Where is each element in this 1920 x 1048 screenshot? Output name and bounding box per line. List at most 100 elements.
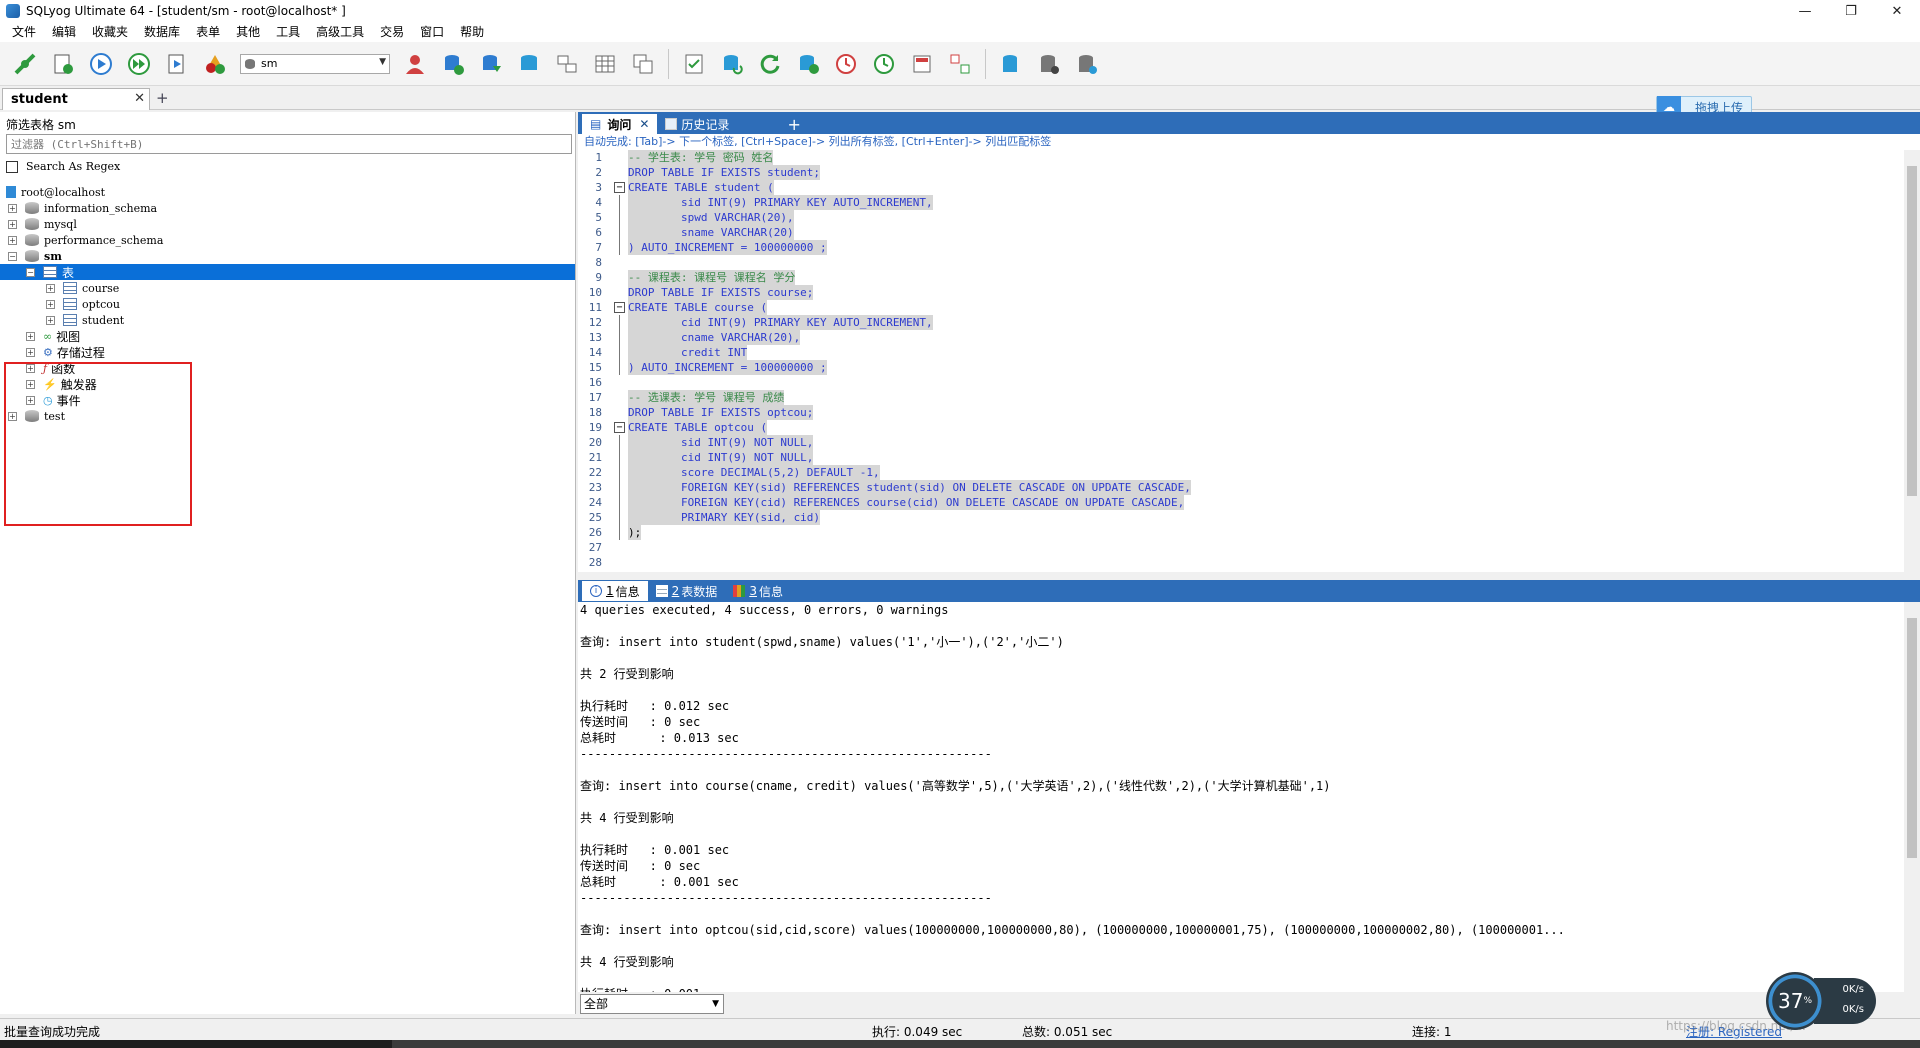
tree-folder-tables[interactable]: − 表: [0, 264, 575, 280]
close-button[interactable]: ✕: [1874, 0, 1920, 22]
add-connection-tab-button[interactable]: +: [156, 89, 169, 107]
scrollbar-thumb[interactable]: [1907, 618, 1917, 858]
code-line[interactable]: 20 sid INT(9) NOT NULL,: [578, 435, 1904, 450]
code-line[interactable]: 7) AUTO_INCREMENT = 100000000 ;: [578, 240, 1904, 255]
connection-tab[interactable]: student ✕: [2, 88, 150, 110]
menu-table[interactable]: 表单: [188, 22, 228, 42]
server-tools-icon[interactable]: [1073, 50, 1101, 78]
scheduler-icon[interactable]: [832, 50, 860, 78]
code-line[interactable]: 28: [578, 555, 1904, 570]
maximize-button[interactable]: ❐: [1828, 0, 1874, 22]
code-line[interactable]: 18 DROP TABLE IF EXISTS optcou;: [578, 405, 1904, 420]
expand-icon[interactable]: +: [26, 347, 35, 357]
code-line[interactable]: 9 -- 课程表: 课程号 课程名 学分: [578, 270, 1904, 285]
code-line[interactable]: 12 cid INT(9) PRIMARY KEY AUTO_INCREMENT…: [578, 315, 1904, 330]
menu-help[interactable]: 帮助: [452, 22, 492, 42]
code-line[interactable]: 6 sname VARCHAR(20): [578, 225, 1904, 240]
code-line[interactable]: 16: [578, 375, 1904, 390]
shapes-icon[interactable]: [201, 50, 229, 78]
sql-editor[interactable]: 1 -- 学生表: 学号 密码 姓名 2 DROP TABLE IF EXISTS s…: [578, 150, 1904, 572]
code-line[interactable]: 23 FOREIGN KEY(sid) REFERENCES student(s…: [578, 480, 1904, 495]
fold-toggle-icon[interactable]: −: [614, 422, 625, 433]
regex-checkbox[interactable]: [6, 160, 18, 173]
code-line[interactable]: 14 credit INT: [578, 345, 1904, 360]
minimize-button[interactable]: —: [1782, 0, 1828, 22]
checklist-icon[interactable]: [680, 50, 708, 78]
tree-table-student[interactable]: + student: [46, 312, 124, 328]
collapse-icon[interactable]: −: [8, 251, 17, 261]
tree-folder-views[interactable]: + ∞ 视图: [26, 328, 80, 344]
collapse-icon[interactable]: −: [26, 267, 35, 277]
result-filter-select[interactable]: 全部 ▼: [580, 994, 724, 1014]
tab-result-info-3[interactable]: 3 信息: [725, 581, 791, 601]
expand-icon[interactable]: +: [46, 315, 55, 325]
tab-result-data[interactable]: 2 表数据: [648, 581, 726, 601]
database-select[interactable]: sm ▼: [240, 53, 390, 74]
code-line[interactable]: 3 − CREATE TABLE student (: [578, 180, 1904, 195]
code-line[interactable]: 5 spwd VARCHAR(20),: [578, 210, 1904, 225]
code-line[interactable]: 26);: [578, 525, 1904, 540]
code-line[interactable]: 13 cname VARCHAR(20),: [578, 330, 1904, 345]
scrollbar-thumb[interactable]: [1907, 166, 1917, 496]
compare-icon[interactable]: [946, 50, 974, 78]
sync-database-icon[interactable]: [515, 50, 543, 78]
code-line[interactable]: 22 score DECIMAL(5,2) DEFAULT -1,: [578, 465, 1904, 480]
expand-icon[interactable]: +: [8, 219, 17, 229]
query-builder-icon[interactable]: [629, 50, 657, 78]
new-connection-icon[interactable]: [11, 50, 39, 78]
server-export-icon[interactable]: [997, 50, 1025, 78]
menu-other[interactable]: 其他: [228, 22, 268, 42]
new-query-icon[interactable]: [49, 50, 77, 78]
menu-database[interactable]: 数据库: [136, 22, 188, 42]
tree-root[interactable]: root@localhost: [6, 184, 105, 200]
menu-advanced-tools[interactable]: 高级工具: [308, 22, 372, 42]
add-tab-button[interactable]: +: [737, 114, 808, 134]
tree-folder-procedures[interactable]: + ⚙ 存储过程: [26, 344, 105, 360]
refresh-icon[interactable]: [756, 50, 784, 78]
tree-table-course[interactable]: + course: [46, 280, 119, 296]
fold-toggle-icon[interactable]: −: [614, 302, 625, 313]
execute-edit-icon[interactable]: [163, 50, 191, 78]
table-data-icon[interactable]: [591, 50, 619, 78]
fold-toggle-icon[interactable]: −: [614, 182, 625, 193]
expand-icon[interactable]: +: [46, 283, 55, 293]
restore-icon[interactable]: [794, 50, 822, 78]
code-line[interactable]: 10 DROP TABLE IF EXISTS course;: [578, 285, 1904, 300]
tree-db-mysql[interactable]: + mysql: [8, 216, 77, 232]
execute-query-icon[interactable]: [87, 50, 115, 78]
code-line[interactable]: 2 DROP TABLE IF EXISTS student;: [578, 165, 1904, 180]
tab-result-info[interactable]: i 1 信息: [582, 581, 648, 601]
notification-icon[interactable]: [908, 50, 936, 78]
code-line[interactable]: 8: [578, 255, 1904, 270]
editor-scrollbar[interactable]: [1904, 150, 1920, 572]
code-line[interactable]: 4 sid INT(9) PRIMARY KEY AUTO_INCREMENT,: [578, 195, 1904, 210]
tree-db-performance-schema[interactable]: + performance_schema: [8, 232, 163, 248]
expand-icon[interactable]: +: [46, 299, 55, 309]
tab-query[interactable]: ▤ 询问 ✕: [582, 114, 658, 134]
menu-edit[interactable]: 编辑: [44, 22, 84, 42]
menu-transaction[interactable]: 交易: [372, 22, 412, 42]
tree-table-optcou[interactable]: + optcou: [46, 296, 120, 312]
code-line[interactable]: 1 -- 学生表: 学号 密码 姓名: [578, 150, 1904, 165]
menu-file[interactable]: 文件: [4, 22, 44, 42]
code-line[interactable]: 24 FOREIGN KEY(cid) REFERENCES course(ci…: [578, 495, 1904, 510]
menu-tools[interactable]: 工具: [268, 22, 308, 42]
menu-favorites[interactable]: 收藏夹: [84, 22, 136, 42]
code-line[interactable]: 19 − CREATE TABLE optcou (: [578, 420, 1904, 435]
code-line[interactable]: 11 − CREATE TABLE course (: [578, 300, 1904, 315]
expand-icon[interactable]: +: [8, 203, 17, 213]
close-icon[interactable]: ✕: [134, 91, 145, 106]
tree-db-sm[interactable]: − sm: [8, 248, 62, 264]
result-scrollbar[interactable]: [1904, 602, 1920, 992]
code-line[interactable]: 21 cid INT(9) NOT NULL,: [578, 450, 1904, 465]
timer-icon[interactable]: [870, 50, 898, 78]
regex-option[interactable]: Search As Regex: [6, 160, 120, 173]
import-database-icon[interactable]: [477, 50, 505, 78]
schema-designer-icon[interactable]: [553, 50, 581, 78]
tree-db-information-schema[interactable]: + information_schema: [8, 200, 157, 216]
user-manager-icon[interactable]: [401, 50, 429, 78]
filter-input[interactable]: [6, 134, 572, 154]
execute-all-icon[interactable]: [125, 50, 153, 78]
expand-icon[interactable]: +: [26, 331, 35, 341]
backup-icon[interactable]: [718, 50, 746, 78]
